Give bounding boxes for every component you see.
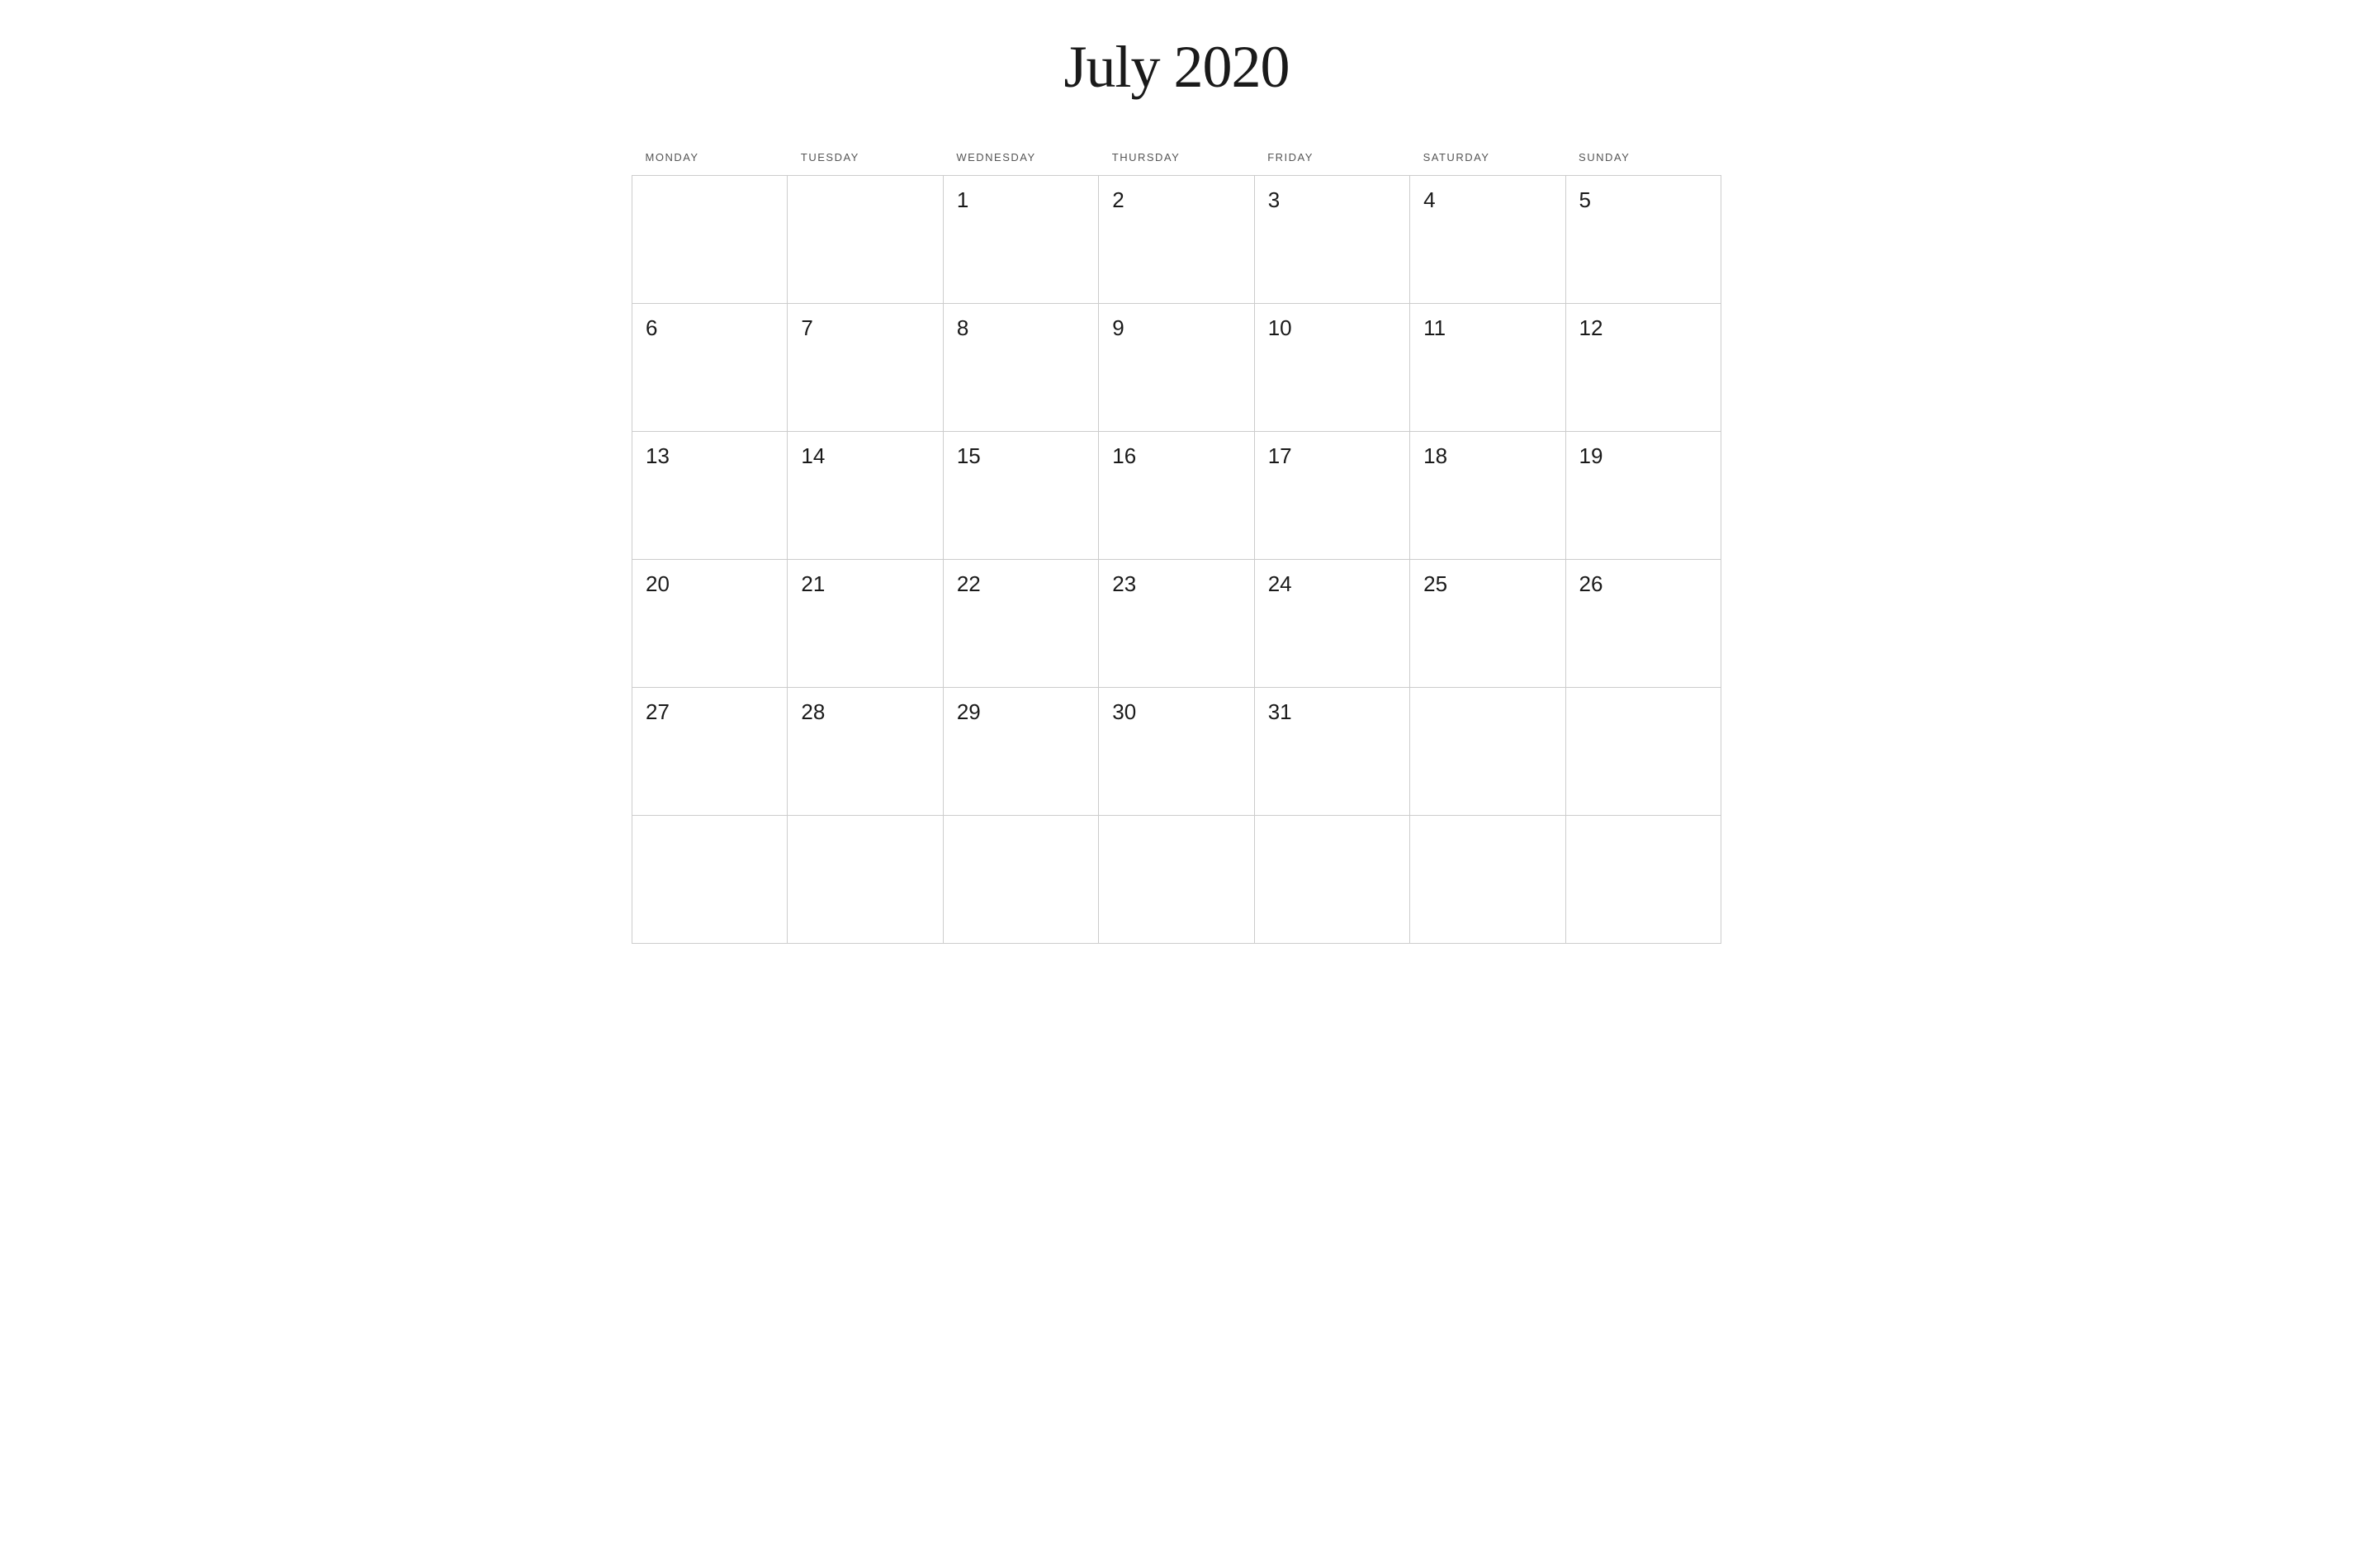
calendar-day-18: 18 [1410,432,1565,560]
day-number: 16 [1112,443,1136,468]
day-number: 26 [1579,571,1603,596]
calendar-empty-cell [1410,688,1565,816]
header-row: MONDAYTUESDAYWEDNESDAYTHURSDAYFRIDAYSATU… [632,143,1721,176]
calendar-day-5: 5 [1565,176,1721,304]
day-number: 28 [801,699,825,724]
week-row-5: 27 28 29 30 31 [632,688,1721,816]
day-number: 12 [1579,315,1603,340]
day-number: 15 [957,443,981,468]
calendar-day-26: 26 [1565,560,1721,688]
day-number: 6 [646,315,657,340]
day-number: 3 [1268,187,1280,212]
calendar-day-23: 23 [1099,560,1254,688]
calendar-day-14: 14 [788,432,943,560]
calendar-empty-cell [1099,816,1254,944]
week-row-4: 20 21 22 23 24 25 26 [632,560,1721,688]
day-number: 17 [1268,443,1292,468]
calendar-day-27: 27 [632,688,788,816]
day-number: 8 [957,315,968,340]
calendar-day-9: 9 [1099,304,1254,432]
calendar-day-17: 17 [1254,432,1409,560]
day-header-thursday: THURSDAY [1099,143,1254,176]
calendar-day-8: 8 [943,304,1098,432]
calendar-day-30: 30 [1099,688,1254,816]
calendar-day-4: 4 [1410,176,1565,304]
day-number: 22 [957,571,981,596]
day-number: 20 [646,571,670,596]
calendar-empty-cell [1410,816,1565,944]
day-header-saturday: SATURDAY [1410,143,1565,176]
day-number: 23 [1112,571,1136,596]
day-number: 13 [646,443,670,468]
calendar-day-24: 24 [1254,560,1409,688]
calendar-day-28: 28 [788,688,943,816]
day-number: 1 [957,187,968,212]
calendar-empty-cell [788,816,943,944]
week-row-1: 1 2 3 4 5 [632,176,1721,304]
calendar-empty-cell [632,176,788,304]
calendar-day-6: 6 [632,304,788,432]
day-number: 5 [1579,187,1591,212]
day-number: 10 [1268,315,1292,340]
day-number: 30 [1112,699,1136,724]
calendar-day-15: 15 [943,432,1098,560]
calendar-empty-cell [632,816,788,944]
calendar-day-7: 7 [788,304,943,432]
calendar-empty-cell [788,176,943,304]
calendar-day-12: 12 [1565,304,1721,432]
day-number: 25 [1423,571,1447,596]
calendar-day-16: 16 [1099,432,1254,560]
day-number: 2 [1112,187,1124,212]
day-number: 18 [1423,443,1447,468]
calendar-day-13: 13 [632,432,788,560]
calendar-empty-cell [1565,816,1721,944]
day-header-wednesday: WEDNESDAY [943,143,1098,176]
calendar-day-29: 29 [943,688,1098,816]
calendar-title: July 2020 [1063,33,1289,102]
day-number: 21 [801,571,825,596]
day-number: 4 [1423,187,1435,212]
day-header-tuesday: TUESDAY [788,143,943,176]
day-number: 31 [1268,699,1292,724]
day-number: 29 [957,699,981,724]
calendar-day-20: 20 [632,560,788,688]
week-row-6 [632,816,1721,944]
calendar-day-22: 22 [943,560,1098,688]
calendar-day-10: 10 [1254,304,1409,432]
day-number: 9 [1112,315,1124,340]
calendar-day-3: 3 [1254,176,1409,304]
day-number: 11 [1423,315,1446,340]
day-number: 7 [801,315,812,340]
day-header-monday: MONDAY [632,143,788,176]
week-row-3: 13 14 15 16 17 18 19 [632,432,1721,560]
day-number: 14 [801,443,825,468]
calendar-empty-cell [1254,816,1409,944]
day-number: 24 [1268,571,1292,596]
calendar-day-19: 19 [1565,432,1721,560]
calendar-container: MONDAYTUESDAYWEDNESDAYTHURSDAYFRIDAYSATU… [632,143,1721,944]
calendar-day-25: 25 [1410,560,1565,688]
calendar-empty-cell [1565,688,1721,816]
week-row-2: 6 7 8 9 10 11 12 [632,304,1721,432]
calendar-day-1: 1 [943,176,1098,304]
calendar-day-31: 31 [1254,688,1409,816]
calendar-day-21: 21 [788,560,943,688]
day-header-friday: FRIDAY [1254,143,1409,176]
day-number: 19 [1579,443,1603,468]
calendar-grid: MONDAYTUESDAYWEDNESDAYTHURSDAYFRIDAYSATU… [632,143,1721,944]
calendar-day-11: 11 [1410,304,1565,432]
day-header-sunday: SUNDAY [1565,143,1721,176]
calendar-day-2: 2 [1099,176,1254,304]
day-number: 27 [646,699,670,724]
calendar-empty-cell [943,816,1098,944]
